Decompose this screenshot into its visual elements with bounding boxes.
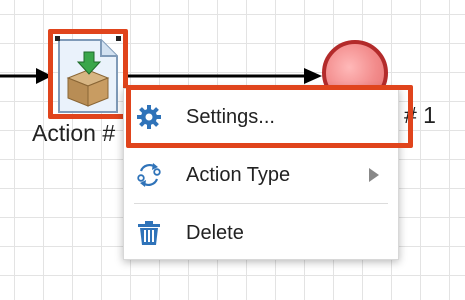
menu-item-action-type[interactable]: Action Type [124,149,398,201]
end-node-label: # 1 [404,102,436,128]
chevron-right-icon [369,168,379,182]
outgoing-connector [128,68,322,84]
menu-item-settings[interactable]: Settings... [124,91,398,143]
context-menu: Settings... Action Type Delete [123,88,399,260]
menu-divider [134,144,388,145]
menu-item-settings-label: Settings... [186,105,275,128]
incoming-connector [0,68,52,84]
menu-item-delete-label: Delete [186,221,244,244]
trash-icon [138,221,160,245]
menu-divider [134,203,388,204]
gear-icon [137,105,161,129]
action-type-icon [137,163,161,187]
menu-item-action-type-label: Action Type [186,163,291,186]
menu-item-delete[interactable]: Delete [124,207,398,259]
action-node[interactable] [55,38,121,114]
workflow-canvas[interactable]: # 1 Action # Settings... Action Type Del… [0,0,465,300]
action-box-icon [58,39,118,113]
action-node-label: Action # [32,120,116,146]
